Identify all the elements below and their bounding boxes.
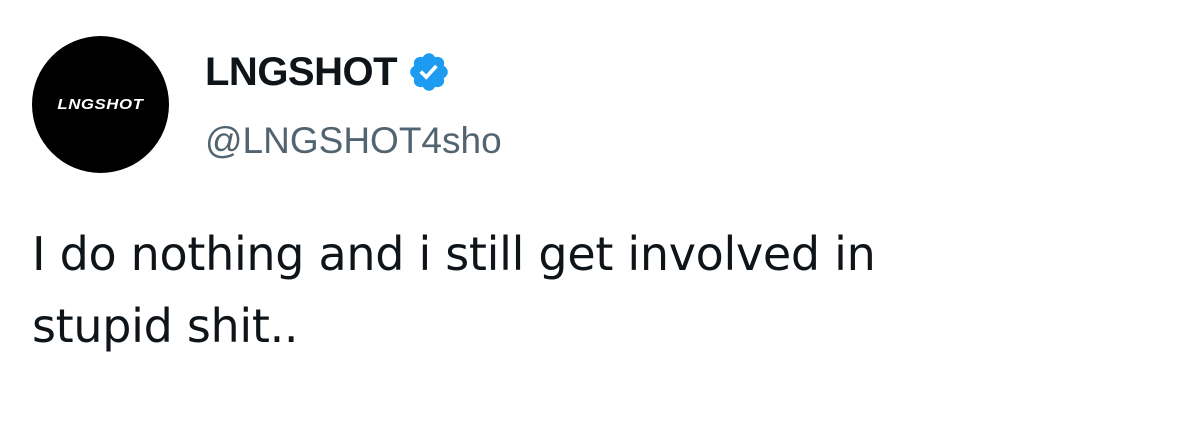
author-identity: LNGSHOT @LNGSHOT4sho	[205, 46, 502, 164]
avatar-logo: LNGSHOT	[57, 96, 144, 113]
name-row: LNGSHOT	[205, 46, 502, 98]
tweet-text: I do nothing and i still get involved in…	[32, 218, 1172, 362]
tweet-text-line-1: I do nothing and i still get involved in	[32, 227, 876, 281]
avatar[interactable]: LNGSHOT	[32, 36, 169, 173]
tweet-card: LNGSHOT LNGSHOT @LNGSHOT4sho I do nothin…	[0, 0, 1199, 428]
handle[interactable]: @LNGSHOT4sho	[205, 118, 502, 164]
tweet-text-line-2: stupid shit..	[32, 299, 299, 353]
verified-badge-icon	[407, 50, 451, 94]
display-name[interactable]: LNGSHOT	[205, 46, 398, 98]
